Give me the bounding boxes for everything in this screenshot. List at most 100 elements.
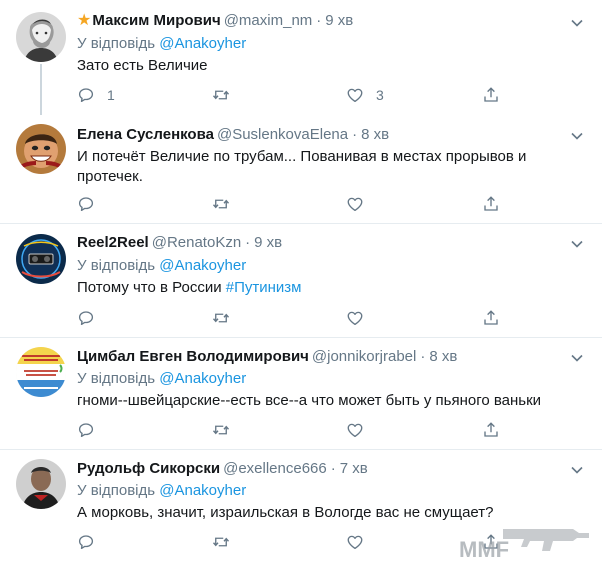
share-button[interactable]: [482, 194, 500, 214]
tweet-actions: [77, 532, 517, 552]
separator-dot: ·: [420, 348, 426, 365]
reply-icon: [77, 309, 95, 327]
like-button[interactable]: [346, 532, 364, 552]
reply-prefix: У відповідь: [77, 370, 156, 387]
avatar[interactable]: [16, 347, 66, 397]
like-button[interactable]: 3: [346, 85, 384, 105]
separator-dot: ·: [330, 460, 336, 477]
reply-context: У відповідь @Anakoyher: [77, 256, 246, 276]
heart-icon: [346, 195, 364, 213]
retweet-button[interactable]: [212, 308, 230, 328]
user-handle[interactable]: @RenatoKzn: [152, 234, 241, 251]
display-name[interactable]: Рудольф Сикорски: [77, 460, 220, 477]
reply-button[interactable]: [77, 194, 95, 214]
site-watermark: MMF: [455, 515, 595, 565]
retweet-button[interactable]: [212, 194, 230, 214]
reply-icon: [77, 533, 95, 551]
tweet-header: ★Максим Мирович @maxim_nm · 9 хв: [77, 11, 353, 31]
tweet-actions: [77, 194, 517, 214]
share-icon: [482, 86, 500, 104]
separator-dot: ·: [316, 12, 322, 29]
tweet-actions: [77, 420, 517, 440]
tweet-text: Потому что в России #Путинизм: [77, 278, 547, 298]
tweet-actions: [77, 308, 517, 328]
tweet-reel2reel[interactable]: Reel2Reel @RenatoKzn · 9 хв У відповідь @An…: [0, 224, 602, 338]
tweet-tsymbal[interactable]: Цимбал Евген Володимирович @jonnikorjrabe…: [0, 338, 602, 450]
chevron-down-icon[interactable]: [570, 237, 584, 251]
display-name[interactable]: Елена Сусленкова: [77, 126, 214, 143]
timestamp[interactable]: 8 хв: [429, 348, 457, 365]
display-name[interactable]: Цимбал Евген Володимирович: [77, 348, 309, 365]
reply-mention-link[interactable]: @Anakoyher: [159, 482, 246, 499]
share-button[interactable]: [482, 420, 500, 440]
chevron-down-icon[interactable]: [570, 463, 584, 477]
timestamp[interactable]: 8 хв: [361, 126, 389, 143]
tweet-text-body: Потому что в России: [77, 279, 226, 296]
retweet-icon: [212, 86, 230, 104]
reply-button[interactable]: [77, 308, 95, 328]
reply-button[interactable]: [77, 532, 95, 552]
chevron-down-icon[interactable]: [570, 129, 584, 143]
reply-prefix: У відповідь: [77, 257, 156, 274]
timestamp[interactable]: 9 хв: [254, 234, 282, 251]
share-button[interactable]: [482, 308, 500, 328]
reply-mention-link[interactable]: @Anakoyher: [159, 370, 246, 387]
tweet-text: гноми--швейцарские--есть все--а что може…: [77, 392, 542, 409]
heart-icon: [346, 421, 364, 439]
star-icon: ★: [77, 12, 92, 29]
like-button[interactable]: [346, 420, 364, 440]
reply-context: У відповідь @Anakoyher: [77, 34, 246, 54]
tweet-elena[interactable]: Елена Сусленкова @SuslenkovaElena · 8 хв И …: [0, 115, 602, 224]
heart-icon: [346, 86, 364, 104]
tweet-header: Елена Сусленкова @SuslenkovaElena · 8 хв: [77, 125, 389, 145]
reply-icon: [77, 421, 95, 439]
like-button[interactable]: [346, 194, 364, 214]
reply-mention-link[interactable]: @Anakoyher: [159, 35, 246, 52]
display-name[interactable]: Reel2Reel: [77, 234, 149, 251]
avatar[interactable]: [16, 459, 66, 509]
timestamp[interactable]: 9 хв: [325, 12, 353, 29]
avatar[interactable]: [16, 124, 66, 174]
user-handle[interactable]: @exellence666: [223, 460, 327, 477]
share-button[interactable]: [482, 85, 500, 105]
hashtag-link[interactable]: #Путинизм: [226, 279, 302, 296]
like-button[interactable]: [346, 308, 364, 328]
reply-count: 1: [107, 87, 115, 103]
retweet-icon: [212, 533, 230, 551]
chevron-down-icon[interactable]: [570, 351, 584, 365]
retweet-button[interactable]: [212, 85, 230, 105]
reply-button[interactable]: [77, 420, 95, 440]
avatar[interactable]: [16, 234, 66, 284]
tweet-actions: 1 3: [77, 85, 517, 105]
tweet-text: И потечёт Величие по трубам... Пованивая…: [77, 148, 527, 185]
retweet-icon: [212, 195, 230, 213]
user-handle[interactable]: @SuslenkovaElena: [217, 126, 348, 143]
reply-icon: [77, 86, 95, 104]
share-icon: [482, 195, 500, 213]
display-name[interactable]: Максим Мирович: [92, 12, 220, 29]
chevron-down-icon[interactable]: [570, 16, 584, 30]
thread-line: [40, 64, 42, 115]
avatar[interactable]: [16, 12, 66, 62]
reply-context: У відповідь @Anakoyher: [77, 481, 246, 501]
retweet-button[interactable]: [212, 420, 230, 440]
user-handle[interactable]: @maxim_nm: [224, 12, 313, 29]
tweet-header: Reel2Reel @RenatoKzn · 9 хв: [77, 233, 282, 253]
heart-icon: [346, 533, 364, 551]
share-icon: [482, 309, 500, 327]
separator-dot: ·: [352, 126, 358, 143]
tweet-header: Цимбал Евген Володимирович @jonnikorjrabe…: [77, 347, 457, 367]
reply-context: У відповідь @Anakoyher: [77, 369, 246, 389]
watermark-text: MMF: [459, 537, 509, 562]
separator-dot: ·: [245, 234, 251, 251]
retweet-button[interactable]: [212, 532, 230, 552]
reply-mention-link[interactable]: @Anakoyher: [159, 257, 246, 274]
tweet-text: Зато есть Величие: [77, 57, 208, 74]
reply-button[interactable]: 1: [77, 85, 115, 105]
share-icon: [482, 421, 500, 439]
user-handle[interactable]: @jonnikorjrabel: [312, 348, 416, 365]
tweet-maxim[interactable]: ★Максим Мирович @maxim_nm · 9 хв У відповід…: [0, 0, 602, 115]
retweet-icon: [212, 309, 230, 327]
timestamp[interactable]: 7 хв: [340, 460, 368, 477]
reply-prefix: У відповідь: [77, 482, 156, 499]
